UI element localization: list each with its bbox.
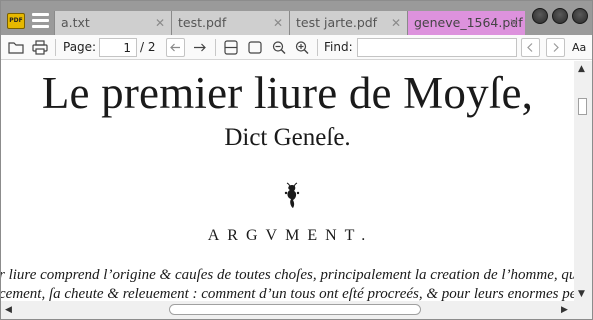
find-previous-button[interactable] (521, 38, 540, 57)
tab-geneve-1564-pdf[interactable]: geneve_1564.pdf ✕ (407, 11, 525, 35)
find-next-button[interactable] (546, 38, 565, 57)
back-arrow-icon (170, 43, 180, 52)
app-logo-icon[interactable]: PDF (7, 13, 25, 29)
back-button[interactable] (166, 38, 185, 57)
tab-close-icon[interactable]: ✕ (391, 11, 401, 35)
body-text-line: r liure comprend l’origine & cauſes de t… (1, 267, 574, 283)
pdf-viewer-window: PDF a.txt ✕ test.pdf ✕ test jarte.pdf ✕ … (0, 0, 593, 320)
close-window-button[interactable] (572, 8, 588, 24)
tab-bar: PDF a.txt ✕ test.pdf ✕ test jarte.pdf ✕ … (1, 1, 592, 35)
page-number-input[interactable] (99, 38, 137, 57)
document-subtitle: Dict Geneſe. (224, 124, 351, 151)
menu-line (32, 19, 49, 22)
tab-close-icon[interactable]: ✕ (273, 11, 283, 35)
body-text-line: cement, ſa cheute & releuement : comment… (1, 286, 574, 301)
scroll-down-arrow-icon[interactable]: ▼ (578, 289, 585, 299)
zoom-in-icon[interactable] (292, 38, 312, 57)
chevron-left-icon (527, 43, 533, 52)
menu-line (32, 13, 49, 16)
document-page: Le premier liure de Moyſe, Dict Geneſe. … (1, 61, 574, 301)
tab-test-jarte-pdf[interactable]: test jarte.pdf ✕ (289, 11, 407, 35)
page-total: / 2 (140, 40, 156, 54)
page-label: Page: (63, 40, 97, 54)
folder-icon[interactable] (6, 38, 26, 57)
tab-test-pdf[interactable]: test.pdf ✕ (171, 11, 289, 35)
scrollbar-corner (574, 301, 592, 319)
minimize-button[interactable] (532, 8, 548, 24)
chevron-right-icon (553, 43, 559, 52)
print-icon[interactable] (30, 38, 50, 57)
document-title: Le premier liure de Moyſe, (41, 68, 534, 118)
fit-page-icon[interactable] (245, 38, 265, 57)
horizontal-scrollbar[interactable]: ◀ ▶ (1, 301, 574, 319)
font-options-button[interactable]: Aa (572, 41, 586, 54)
toolbar-separator (55, 39, 56, 56)
scroll-right-arrow-icon[interactable]: ▶ (561, 305, 568, 315)
find-input[interactable] (357, 38, 517, 57)
tab-label: a.txt (61, 15, 90, 30)
tab-label: geneve_1564.pdf (414, 15, 523, 30)
maximize-button[interactable] (552, 8, 568, 24)
tab-close-icon[interactable]: ✕ (509, 11, 519, 35)
tab-label: test jarte.pdf (296, 15, 378, 30)
find-label: Find: (324, 40, 353, 54)
vertical-scroll-thumb[interactable] (578, 98, 587, 115)
forward-arrow-icon[interactable] (190, 38, 210, 57)
tab-label: test.pdf (178, 15, 227, 30)
hamburger-menu-icon[interactable] (32, 13, 49, 29)
toolbar-separator (317, 39, 318, 56)
toolbar: Page: / 2 Find: Aa (1, 35, 592, 60)
toolbar-separator (215, 39, 216, 56)
tab-a-txt[interactable]: a.txt ✕ (54, 11, 171, 35)
decorative-ornament-icon (282, 181, 302, 211)
fit-width-icon[interactable] (221, 38, 241, 57)
scroll-up-arrow-icon[interactable]: ▲ (578, 64, 585, 74)
vertical-scrollbar[interactable]: ▲ ▼ (574, 61, 592, 301)
menu-line (32, 25, 49, 28)
zoom-out-icon[interactable] (269, 38, 289, 57)
section-heading: ARGVMENT. (207, 227, 374, 244)
horizontal-scroll-thumb[interactable] (169, 304, 421, 315)
tab-close-icon[interactable]: ✕ (155, 11, 165, 35)
scroll-left-arrow-icon[interactable]: ◀ (5, 305, 12, 315)
